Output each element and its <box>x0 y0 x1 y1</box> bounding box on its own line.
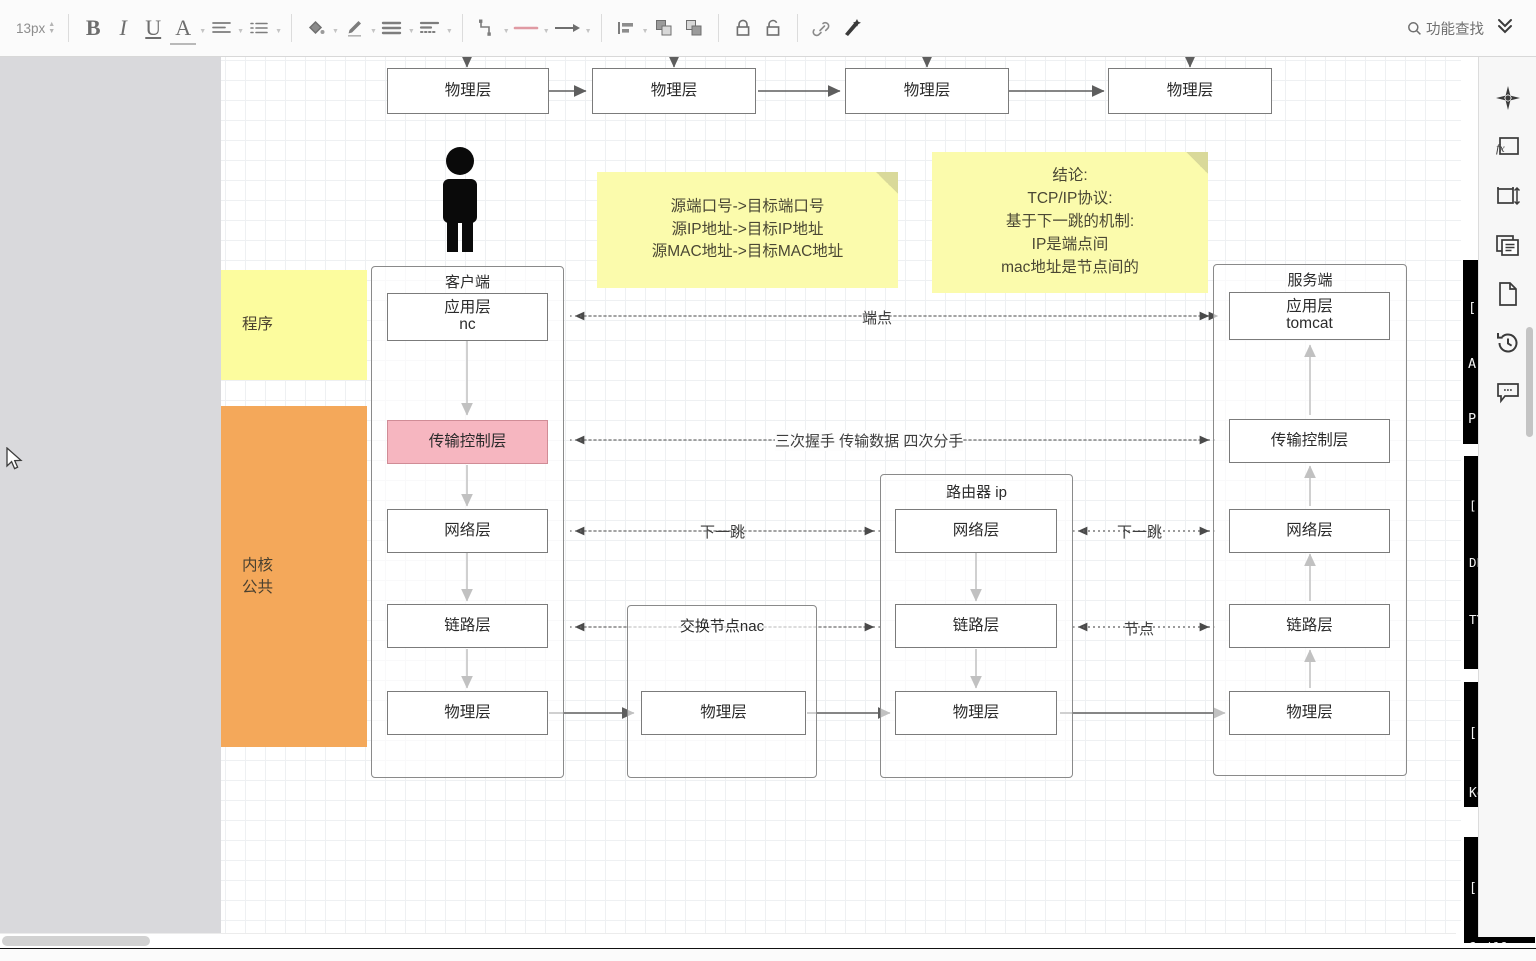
line-style-icon[interactable] <box>512 11 540 45</box>
program-block[interactable]: 程序 <box>221 270 367 380</box>
style-magic-icon[interactable] <box>839 11 865 45</box>
horizontal-scrollbar[interactable] <box>0 933 1456 947</box>
toolbar-expand-button[interactable] <box>1494 14 1524 42</box>
fill-color-icon[interactable] <box>303 11 329 45</box>
server-application-layer[interactable]: 应用层 tomcat <box>1229 292 1390 340</box>
list-icon[interactable] <box>246 11 272 45</box>
search-input[interactable]: 功能查找 <box>1407 18 1494 39</box>
send-to-back-icon[interactable] <box>681 11 707 45</box>
node-label[interactable]: 节点 <box>1124 618 1154 639</box>
note-fold-icon <box>1186 152 1208 174</box>
chevron-down-icon[interactable]: ▼ <box>408 28 415 35</box>
bring-to-front-icon[interactable] <box>651 11 677 45</box>
client-physical-layer[interactable]: 物理层 <box>387 691 548 735</box>
chevron-down-icon[interactable]: ▼ <box>275 28 282 35</box>
navigation-icon[interactable] <box>1493 83 1523 113</box>
canvas-outside-strip <box>0 924 221 933</box>
router-title: 路由器 ip <box>946 484 1007 501</box>
toolbar-divider <box>461 14 463 42</box>
fill-style-icon[interactable] <box>379 11 405 45</box>
client-application-layer[interactable]: 应用层 nc <box>387 293 548 341</box>
arrow-style-icon[interactable] <box>552 11 582 45</box>
canvas-outside-area <box>0 57 221 937</box>
search-label: 功能查找 <box>1426 21 1484 38</box>
server-transport-layer[interactable]: 传输控制层 <box>1229 419 1390 463</box>
chevron-down-icon[interactable]: ▼ <box>332 28 339 35</box>
switch-physical-layer[interactable]: 物理层 <box>641 691 806 735</box>
router-network-layer[interactable]: 网络层 <box>895 509 1057 553</box>
conclusion-note-text: 结论: TCP/IP协议: 基于下一跳的机制: IP是端点间 mac地址是节点间… <box>1001 167 1139 276</box>
font-color-button[interactable]: A <box>170 11 197 45</box>
endpoint-label[interactable]: 端点 <box>862 307 892 328</box>
italic-button[interactable]: I <box>110 11 136 45</box>
mouse-cursor <box>5 446 25 478</box>
align-panel-icon[interactable] <box>613 11 639 45</box>
font-size-stepper[interactable]: 13px ▲ ▼ <box>12 21 55 36</box>
next-hop-left-label[interactable]: 下一跳 <box>700 521 745 542</box>
router-link-layer[interactable]: 链路层 <box>895 604 1057 648</box>
svg-text:fx: fx <box>1496 141 1505 155</box>
history-icon[interactable] <box>1493 328 1523 358</box>
top-physical-box-3[interactable]: 物理层 <box>845 68 1009 114</box>
client-title: 客户端 <box>444 274 490 291</box>
resize-page-icon[interactable] <box>1493 181 1523 211</box>
lock-icon[interactable] <box>730 11 756 45</box>
underline-button[interactable]: U <box>140 11 166 45</box>
terminal-line: ? (19 <box>1469 939 1535 943</box>
conclusion-note[interactable]: 结论: TCP/IP协议: 基于下一跳的机制: IP是端点间 mac地址是节点间… <box>932 152 1208 293</box>
outline-icon[interactable] <box>1493 230 1523 260</box>
toolbar-divider <box>68 14 70 42</box>
chevron-down-icon[interactable]: ▼ <box>199 28 206 35</box>
user-person-icon[interactable] <box>432 146 488 257</box>
page-icon[interactable] <box>1493 279 1523 309</box>
top-physical-box-2[interactable]: 物理层 <box>592 68 756 114</box>
chevron-down-icon[interactable]: ▼ <box>446 28 453 35</box>
toolbar-divider <box>600 14 602 42</box>
chevron-down-icon[interactable]: ▼ <box>237 28 244 35</box>
client-network-layer[interactable]: 网络层 <box>387 509 548 553</box>
router-physical-layer[interactable]: 物理层 <box>895 691 1057 735</box>
top-physical-box-1[interactable]: 物理层 <box>387 68 549 114</box>
server-physical-layer[interactable]: 物理层 <box>1229 691 1390 735</box>
toolbar-divider <box>291 14 293 42</box>
unlock-icon[interactable] <box>760 11 786 45</box>
switch-title: 交换节点nac <box>679 618 765 635</box>
addressing-note[interactable]: 源端口号->目标端口号 源IP地址->目标IP地址 源MAC地址->目标MAC地… <box>597 172 898 288</box>
chevron-down-icon[interactable]: ▼ <box>503 28 510 35</box>
diagram-canvas[interactable]: 物理层 物理层 物理层 物理层 源端口号->目标端口号 源IP地址->目标IP地… <box>221 57 1461 937</box>
right-rail-scrollbar[interactable] <box>1526 327 1533 437</box>
handshake-label[interactable]: 三次握手 传输数据 四次分手 <box>775 430 964 451</box>
top-toolbar: 13px ▲ ▼ B I U A ▼ ▼ ▼ ▼ ▼ ▼ ▼ ▼ ▼ ▼ ▼ 功… <box>0 0 1536 57</box>
chevron-down-icon[interactable]: ▼ <box>642 28 649 35</box>
horizontal-scrollbar-thumb[interactable] <box>2 936 150 946</box>
note-fold-icon <box>876 172 898 194</box>
server-network-layer[interactable]: 网络层 <box>1229 509 1390 553</box>
toolbar-divider <box>796 14 798 42</box>
link-icon[interactable] <box>809 11 835 45</box>
align-left-icon[interactable] <box>208 11 234 45</box>
client-transport-layer[interactable]: 传输控制层 <box>387 420 548 464</box>
bottom-bar <box>0 948 1536 961</box>
chevron-down-icon[interactable]: ▼ <box>585 28 592 35</box>
font-size-arrows[interactable]: ▲ ▼ <box>48 21 55 35</box>
toolbar-divider <box>717 14 719 42</box>
server-title: 服务端 <box>1287 272 1333 289</box>
font-size-value: 13px <box>16 20 46 36</box>
format-panel-icon[interactable]: fx <box>1493 132 1523 162</box>
search-icon <box>1408 21 1421 35</box>
addressing-note-text: 源端口号->目标端口号 源IP地址->目标IP地址 源MAC地址->目标MAC地… <box>651 197 844 261</box>
top-physical-box-4[interactable]: 物理层 <box>1108 68 1272 114</box>
shadow-style-icon[interactable] <box>417 11 443 45</box>
bold-button[interactable]: B <box>80 11 106 45</box>
client-link-layer[interactable]: 链路层 <box>387 604 548 648</box>
line-color-pen-icon[interactable] <box>341 11 367 45</box>
kernel-block[interactable]: 内核 公共 <box>221 406 367 747</box>
next-hop-right-label[interactable]: 下一跳 <box>1117 521 1162 542</box>
right-tool-rail: fx <box>1478 57 1536 937</box>
chevron-down-icon[interactable]: ▼ <box>543 28 550 35</box>
comment-icon[interactable] <box>1493 377 1523 407</box>
waypoints-icon[interactable] <box>474 11 500 45</box>
server-link-layer[interactable]: 链路层 <box>1229 604 1390 648</box>
chevron-down-icon[interactable]: ▼ <box>370 28 377 35</box>
